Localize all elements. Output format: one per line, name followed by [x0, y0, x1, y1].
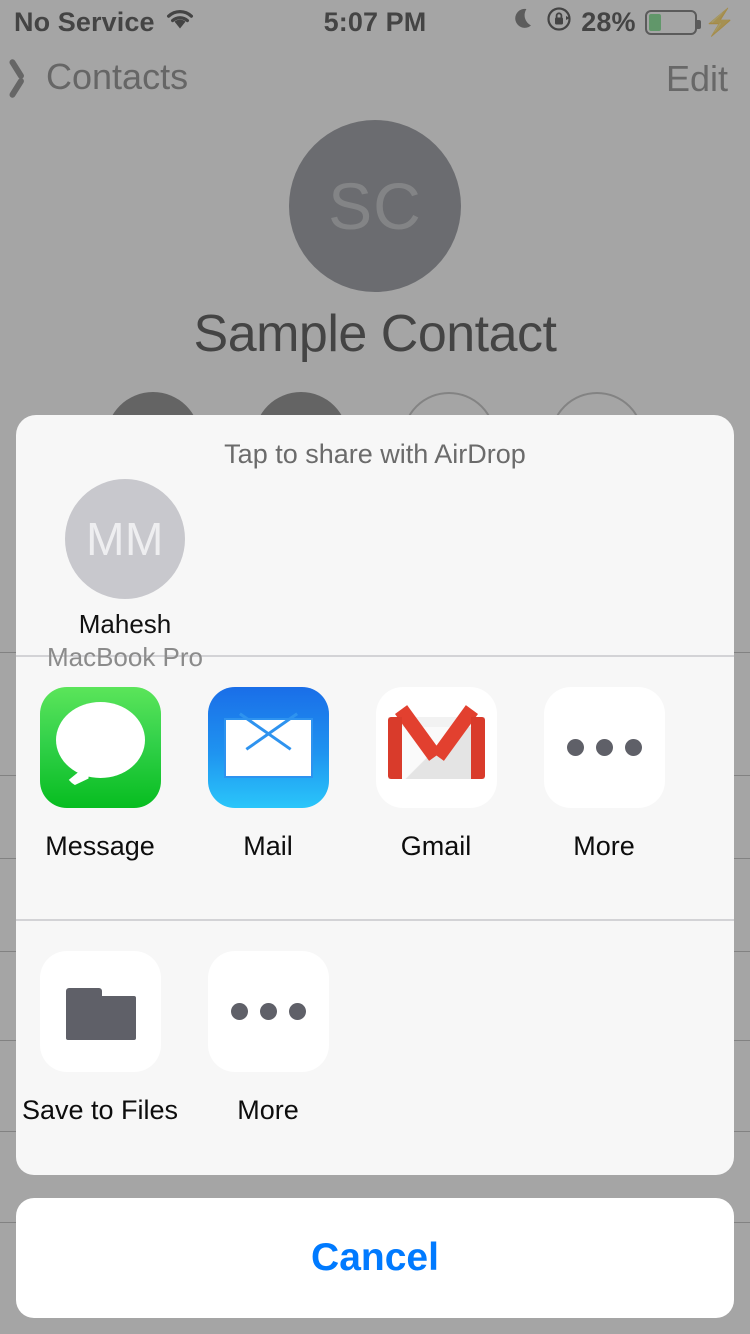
- share-app-mail[interactable]: Mail: [184, 687, 352, 919]
- share-app-message[interactable]: Message: [16, 687, 184, 919]
- gmail-icon: [375, 687, 497, 808]
- airdrop-target-mahesh[interactable]: MM Mahesh MacBook Pro: [45, 479, 205, 673]
- share-app-label: Mail: [243, 831, 293, 861]
- airdrop-initials: MM: [86, 513, 164, 565]
- share-app-label: More: [573, 831, 635, 861]
- iphone-screen: No Service 5:07 PM: [0, 0, 750, 1334]
- more-dots-icon: [543, 687, 665, 808]
- mail-icon: [207, 687, 329, 808]
- share-sheet-title: Tap to share with AirDrop: [224, 439, 526, 469]
- share-action-label: Save to Files: [21, 1095, 179, 1125]
- share-app-gmail[interactable]: Gmail: [352, 687, 520, 919]
- messages-icon: [39, 687, 161, 808]
- share-app-label: Gmail: [400, 831, 472, 861]
- share-apps-row: Message Mail Gmail More: [16, 657, 734, 919]
- share-actions-row: Save to Files More: [16, 921, 734, 1126]
- share-app-label: Message: [45, 831, 155, 861]
- share-action-save-to-files[interactable]: Save to Files: [16, 951, 184, 1126]
- airdrop-avatar: MM: [65, 479, 185, 599]
- share-action-label: More: [237, 1095, 299, 1125]
- more-dots-icon: [207, 951, 329, 1072]
- airdrop-device-label: MacBook Pro: [46, 642, 204, 672]
- folder-icon: [39, 951, 161, 1072]
- cancel-button[interactable]: Cancel: [16, 1198, 734, 1318]
- share-app-more[interactable]: More: [520, 687, 688, 919]
- share-action-more[interactable]: More: [184, 951, 352, 1126]
- share-sheet: Tap to share with AirDrop MM Mahesh MacB…: [16, 415, 734, 1175]
- airdrop-section: MM Mahesh MacBook Pro: [16, 465, 734, 672]
- airdrop-name-label: Mahesh: [78, 609, 172, 639]
